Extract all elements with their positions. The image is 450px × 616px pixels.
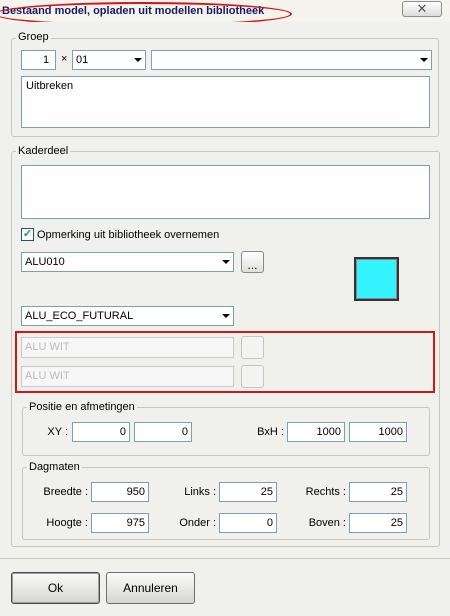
groep-code-dropdown[interactable]: 01 (72, 50, 146, 70)
y-input[interactable]: 0 (134, 422, 192, 442)
breedte-label: Breedte : (43, 486, 88, 498)
system-dropdown[interactable]: ALU_ECO_FUTURAL (21, 306, 234, 326)
dagmaten-legend: Dagmaten (27, 461, 82, 473)
kaderdeel-legend: Kaderdeel (16, 145, 71, 157)
chevron-down-icon (420, 58, 428, 62)
positie-legend: Positie en afmetingen (27, 401, 137, 413)
close-button[interactable]: ✕ (402, 1, 442, 17)
checkmark-icon: ✓ (22, 228, 33, 240)
title-bar: Bestaand model, opladen uit modellen bib… (0, 0, 450, 26)
b-input[interactable]: 1000 (287, 422, 345, 442)
hoogte-input[interactable]: 975 (91, 513, 149, 533)
highlight-box (15, 331, 435, 393)
links-label: Links : (184, 486, 216, 498)
xy-label: XY : (47, 426, 68, 438)
groep-legend: Groep (16, 31, 51, 43)
groep-number-input[interactable]: 1 (21, 50, 56, 70)
breedte-input[interactable]: 950 (91, 482, 149, 502)
chevron-down-icon (134, 58, 142, 62)
groep-description-textarea[interactable]: Uitbreken (21, 76, 430, 128)
close-icon: ✕ (416, 1, 428, 16)
x-input[interactable]: 0 (72, 422, 130, 442)
chevron-down-icon (222, 314, 230, 318)
hoogte-label: Hoogte : (46, 517, 88, 529)
kaderdeel-textarea[interactable] (21, 165, 430, 219)
groep-name-dropdown[interactable] (151, 50, 432, 70)
ok-button[interactable]: Ok (11, 572, 100, 604)
bxh-label: BxH : (257, 426, 284, 438)
h-input[interactable]: 1000 (349, 422, 407, 442)
onder-input[interactable]: 0 (219, 513, 277, 533)
opmerking-checkbox-label: Opmerking uit bibliotheek overnemen (37, 229, 220, 241)
rechts-label: Rechts : (305, 486, 346, 498)
color-swatch[interactable] (354, 257, 399, 301)
chevron-down-icon (222, 260, 230, 264)
profile-dropdown[interactable]: ALU010 (21, 252, 234, 272)
cancel-button[interactable]: Annuleren (106, 572, 195, 604)
opmerking-checkbox[interactable]: ✓ (21, 228, 34, 241)
groep-separator: × (61, 53, 68, 65)
profile-browse-button[interactable]: ... (241, 251, 264, 273)
button-bar-separator (0, 558, 450, 559)
onder-label: Onder : (179, 517, 216, 529)
links-input[interactable]: 25 (219, 482, 277, 502)
boven-label: Boven : (308, 517, 346, 529)
rechts-input[interactable]: 25 (349, 482, 407, 502)
boven-input[interactable]: 25 (349, 513, 407, 533)
